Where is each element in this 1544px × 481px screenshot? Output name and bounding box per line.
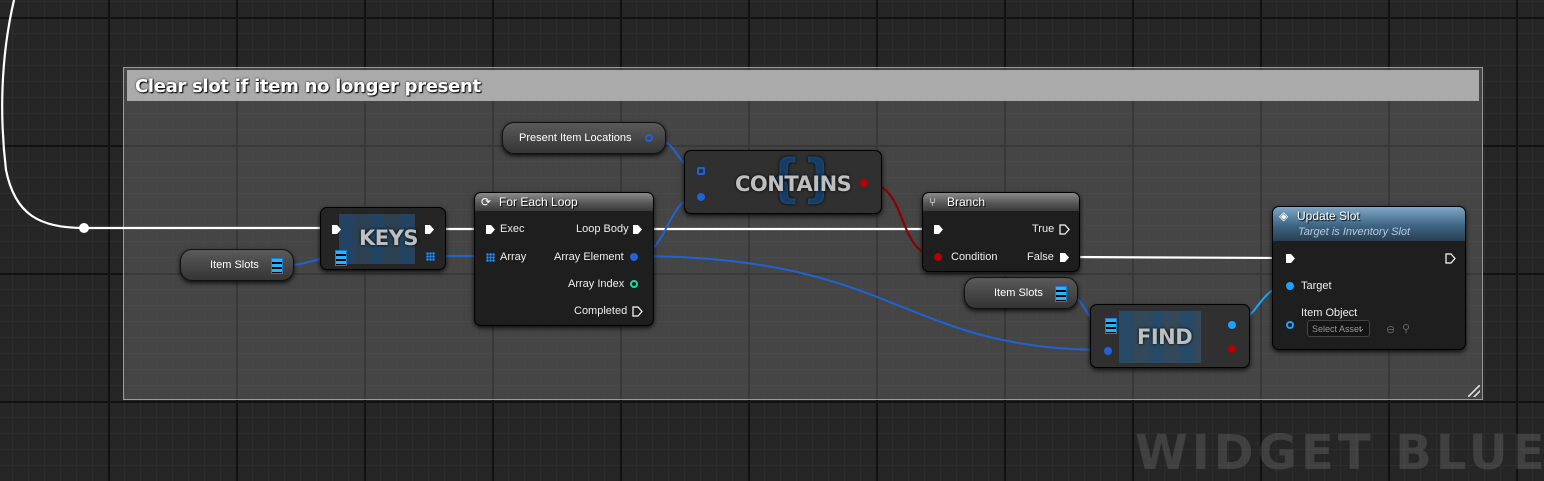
exec-in-pin[interactable]: [933, 224, 944, 235]
found-out-pin[interactable]: [1228, 345, 1236, 353]
pin-label-false: False: [1027, 251, 1054, 263]
variable-label: Present Item Locations: [519, 132, 632, 144]
select-asset-dropdown[interactable]: Select Asset ⌄: [1307, 320, 1370, 337]
condition-in-pin[interactable]: [934, 253, 942, 261]
exec-in-pin[interactable]: [1285, 253, 1296, 264]
exec-in-pin[interactable]: [331, 224, 342, 235]
branch-icon: ⑂: [929, 195, 937, 209]
pin-label-exec: Exec: [500, 223, 525, 235]
element-out-pin[interactable]: [630, 253, 638, 261]
variable-item-slots-2[interactable]: Item Slots: [964, 277, 1078, 309]
exec-out-pin[interactable]: [424, 224, 435, 235]
pin-label-true: True: [1032, 223, 1055, 235]
function-icon: ◈: [1279, 209, 1289, 223]
for-each-header: ⟳ For Each Loop: [475, 193, 653, 211]
pin-label-target: Target: [1301, 280, 1332, 292]
array-pin[interactable]: [271, 258, 283, 274]
item-object-in-pin[interactable]: [1286, 321, 1294, 329]
variable-item-slots[interactable]: Item Slots: [180, 249, 294, 281]
update-slot-header: ◈ Update Slot Target is Inventory Slot: [1273, 207, 1465, 241]
set-pin[interactable]: [645, 134, 653, 142]
update-slot-node[interactable]: ◈ Update Slot Target is Inventory Slot T…: [1272, 206, 1466, 350]
update-slot-title: Update Slot: [1297, 209, 1360, 223]
completed-exec-pin[interactable]: [632, 306, 643, 317]
variable-label: Item Slots: [994, 287, 1043, 299]
bool-out-pin[interactable]: [860, 179, 868, 187]
pin-label-condition: Condition: [951, 251, 998, 263]
array-pin[interactable]: [1055, 286, 1067, 302]
pin-label-loop-body: Loop Body: [576, 223, 629, 235]
exec-wire-in: [1, 0, 85, 230]
find-node[interactable]: FIND: [1090, 304, 1250, 368]
map-in-pin[interactable]: [335, 250, 347, 266]
true-exec-pin[interactable]: [1059, 224, 1070, 235]
chevron-down-icon: ⌄: [1357, 323, 1365, 333]
key-in-pin[interactable]: [1104, 347, 1112, 355]
update-slot-subtitle: Target is Inventory Slot: [1298, 226, 1411, 238]
pin-label-array-index: Array Index: [568, 278, 625, 290]
variable-present-item-locations[interactable]: Present Item Locations: [502, 122, 666, 154]
loop-icon: ⟳: [481, 195, 492, 209]
use-selected-icon[interactable]: ⊖: [1386, 323, 1395, 336]
exec-out-pin[interactable]: [632, 224, 643, 235]
set-in-pin[interactable]: [697, 167, 705, 175]
branch-title: Branch: [947, 195, 986, 209]
pin-label-item-object: Item Object: [1301, 307, 1358, 319]
item-in-pin[interactable]: [697, 193, 705, 201]
variable-label: Item Slots: [210, 259, 259, 271]
select-asset-label: Select Asset: [1312, 324, 1362, 334]
keys-title: KEYS: [359, 226, 418, 250]
browse-search-icon[interactable]: ⚲: [1402, 322, 1410, 335]
pin-label-completed: Completed: [574, 305, 628, 317]
array-in-pin[interactable]: [486, 253, 495, 262]
array-out-pin[interactable]: [426, 252, 435, 261]
for-each-loop-node[interactable]: ⟳ For Each Loop Exec Array Loop Body Arr…: [474, 192, 654, 326]
keys-node[interactable]: KEYS: [320, 207, 446, 270]
false-exec-pin[interactable]: [1059, 252, 1070, 263]
map-in-pin[interactable]: [1105, 318, 1117, 334]
reroute-node: [79, 223, 89, 233]
pin-label-array: Array: [500, 251, 527, 263]
exec-wire-false-update: [1069, 255, 1286, 260]
branch-header: ⑂ Branch: [923, 193, 1079, 211]
exec-out-pin[interactable]: [1445, 253, 1456, 264]
contains-node[interactable]: {} CONTAINS: [684, 149, 882, 214]
target-in-pin[interactable]: [1286, 282, 1294, 290]
watermark: WIDGET BLUEPRINT: [1135, 425, 1544, 481]
value-out-pin[interactable]: [1228, 321, 1236, 329]
contains-title: CONTAINS: [735, 172, 852, 196]
branch-node[interactable]: ⑂ Branch Condition True False: [922, 192, 1080, 272]
index-out-pin[interactable]: [630, 280, 638, 288]
pin-label-array-element: Array Element: [554, 251, 624, 263]
find-title: FIND: [1137, 325, 1193, 349]
exec-in-pin[interactable]: [485, 224, 496, 235]
for-each-title: For Each Loop: [499, 195, 578, 209]
